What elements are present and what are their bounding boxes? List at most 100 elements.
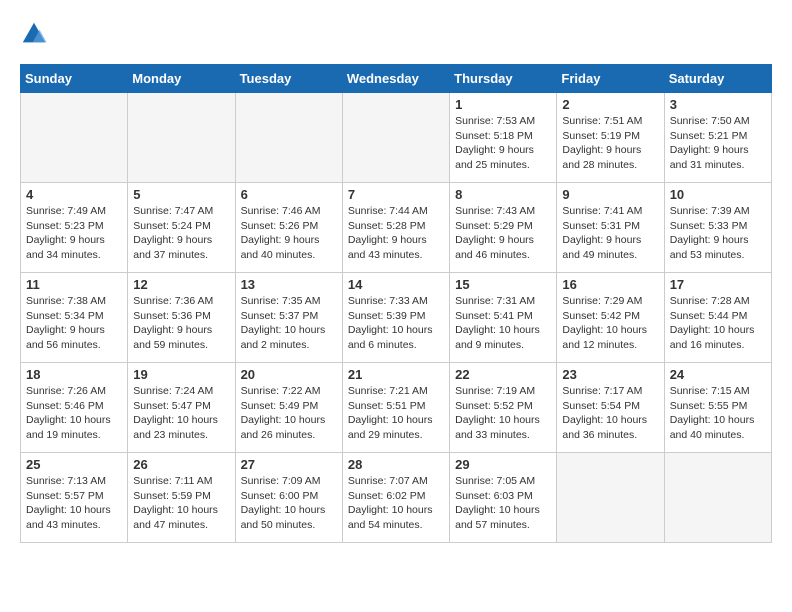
calendar-cell: 5 Sunrise: 7:47 AM Sunset: 5:24 PM Daylig… xyxy=(128,183,235,273)
calendar-cell: 3 Sunrise: 7:50 AM Sunset: 5:21 PM Daylig… xyxy=(664,93,771,183)
day-number: 22 xyxy=(455,367,551,382)
day-info: Sunrise: 7:41 AM Sunset: 5:31 PM Dayligh… xyxy=(562,204,658,263)
day-number: 15 xyxy=(455,277,551,292)
day-number: 24 xyxy=(670,367,766,382)
header-wednesday: Wednesday xyxy=(342,65,449,93)
day-info: Sunrise: 7:33 AM Sunset: 5:39 PM Dayligh… xyxy=(348,294,444,353)
day-info: Sunrise: 7:05 AM Sunset: 6:03 PM Dayligh… xyxy=(455,474,551,533)
day-number: 1 xyxy=(455,97,551,112)
calendar-cell xyxy=(128,93,235,183)
calendar-cell: 13 Sunrise: 7:35 AM Sunset: 5:37 PM Dayli… xyxy=(235,273,342,363)
day-number: 3 xyxy=(670,97,766,112)
week-row-2: 4 Sunrise: 7:49 AM Sunset: 5:23 PM Daylig… xyxy=(21,183,772,273)
day-number: 20 xyxy=(241,367,337,382)
day-info: Sunrise: 7:49 AM Sunset: 5:23 PM Dayligh… xyxy=(26,204,122,263)
day-number: 10 xyxy=(670,187,766,202)
day-info: Sunrise: 7:50 AM Sunset: 5:21 PM Dayligh… xyxy=(670,114,766,173)
calendar-cell xyxy=(557,453,664,543)
week-row-1: 1 Sunrise: 7:53 AM Sunset: 5:18 PM Daylig… xyxy=(21,93,772,183)
day-number: 23 xyxy=(562,367,658,382)
calendar-cell xyxy=(21,93,128,183)
header-saturday: Saturday xyxy=(664,65,771,93)
day-info: Sunrise: 7:53 AM Sunset: 5:18 PM Dayligh… xyxy=(455,114,551,173)
day-info: Sunrise: 7:31 AM Sunset: 5:41 PM Dayligh… xyxy=(455,294,551,353)
day-info: Sunrise: 7:38 AM Sunset: 5:34 PM Dayligh… xyxy=(26,294,122,353)
day-info: Sunrise: 7:13 AM Sunset: 5:57 PM Dayligh… xyxy=(26,474,122,533)
header-sunday: Sunday xyxy=(21,65,128,93)
calendar-cell: 10 Sunrise: 7:39 AM Sunset: 5:33 PM Dayli… xyxy=(664,183,771,273)
header-thursday: Thursday xyxy=(450,65,557,93)
day-info: Sunrise: 7:43 AM Sunset: 5:29 PM Dayligh… xyxy=(455,204,551,263)
day-number: 4 xyxy=(26,187,122,202)
calendar-cell: 23 Sunrise: 7:17 AM Sunset: 5:54 PM Dayli… xyxy=(557,363,664,453)
day-number: 25 xyxy=(26,457,122,472)
calendar-cell: 26 Sunrise: 7:11 AM Sunset: 5:59 PM Dayli… xyxy=(128,453,235,543)
day-info: Sunrise: 7:09 AM Sunset: 6:00 PM Dayligh… xyxy=(241,474,337,533)
day-number: 8 xyxy=(455,187,551,202)
day-number: 2 xyxy=(562,97,658,112)
calendar-cell xyxy=(342,93,449,183)
calendar-cell: 6 Sunrise: 7:46 AM Sunset: 5:26 PM Daylig… xyxy=(235,183,342,273)
calendar-cell xyxy=(664,453,771,543)
day-number: 12 xyxy=(133,277,229,292)
day-number: 28 xyxy=(348,457,444,472)
day-info: Sunrise: 7:17 AM Sunset: 5:54 PM Dayligh… xyxy=(562,384,658,443)
calendar-cell: 19 Sunrise: 7:24 AM Sunset: 5:47 PM Dayli… xyxy=(128,363,235,453)
calendar-cell: 25 Sunrise: 7:13 AM Sunset: 5:57 PM Dayli… xyxy=(21,453,128,543)
calendar-cell: 22 Sunrise: 7:19 AM Sunset: 5:52 PM Dayli… xyxy=(450,363,557,453)
day-number: 9 xyxy=(562,187,658,202)
calendar-cell: 15 Sunrise: 7:31 AM Sunset: 5:41 PM Dayli… xyxy=(450,273,557,363)
day-info: Sunrise: 7:39 AM Sunset: 5:33 PM Dayligh… xyxy=(670,204,766,263)
day-info: Sunrise: 7:15 AM Sunset: 5:55 PM Dayligh… xyxy=(670,384,766,443)
day-number: 5 xyxy=(133,187,229,202)
day-info: Sunrise: 7:19 AM Sunset: 5:52 PM Dayligh… xyxy=(455,384,551,443)
day-number: 18 xyxy=(26,367,122,382)
day-info: Sunrise: 7:24 AM Sunset: 5:47 PM Dayligh… xyxy=(133,384,229,443)
calendar-cell: 8 Sunrise: 7:43 AM Sunset: 5:29 PM Daylig… xyxy=(450,183,557,273)
calendar-cell: 1 Sunrise: 7:53 AM Sunset: 5:18 PM Daylig… xyxy=(450,93,557,183)
day-number: 29 xyxy=(455,457,551,472)
day-info: Sunrise: 7:44 AM Sunset: 5:28 PM Dayligh… xyxy=(348,204,444,263)
calendar-cell: 24 Sunrise: 7:15 AM Sunset: 5:55 PM Dayli… xyxy=(664,363,771,453)
logo-icon xyxy=(20,20,48,48)
day-number: 14 xyxy=(348,277,444,292)
calendar-cell: 17Sunrise: 7:28 AM Sunset: 5:44 PM Dayli… xyxy=(664,273,771,363)
calendar-cell: 28 Sunrise: 7:07 AM Sunset: 6:02 PM Dayli… xyxy=(342,453,449,543)
day-info: Sunrise: 7:07 AM Sunset: 6:02 PM Dayligh… xyxy=(348,474,444,533)
day-info: Sunrise: 7:35 AM Sunset: 5:37 PM Dayligh… xyxy=(241,294,337,353)
day-info: Sunrise: 7:36 AM Sunset: 5:36 PM Dayligh… xyxy=(133,294,229,353)
day-info: Sunrise: 7:51 AM Sunset: 5:19 PM Dayligh… xyxy=(562,114,658,173)
day-info: Sunrise: 7:11 AM Sunset: 5:59 PM Dayligh… xyxy=(133,474,229,533)
calendar-cell: 29 Sunrise: 7:05 AM Sunset: 6:03 PM Dayli… xyxy=(450,453,557,543)
day-info: Sunrise: 7:26 AM Sunset: 5:46 PM Dayligh… xyxy=(26,384,122,443)
calendar-cell: 16Sunrise: 7:29 AM Sunset: 5:42 PM Dayli… xyxy=(557,273,664,363)
day-number: 26 xyxy=(133,457,229,472)
day-number: 13 xyxy=(241,277,337,292)
calendar-cell: 4 Sunrise: 7:49 AM Sunset: 5:23 PM Daylig… xyxy=(21,183,128,273)
week-row-3: 11 Sunrise: 7:38 AM Sunset: 5:34 PM Dayli… xyxy=(21,273,772,363)
calendar-table: SundayMondayTuesdayWednesdayThursdayFrid… xyxy=(20,64,772,543)
day-number: 21 xyxy=(348,367,444,382)
calendar-cell: 12 Sunrise: 7:36 AM Sunset: 5:36 PM Dayli… xyxy=(128,273,235,363)
day-number: 19 xyxy=(133,367,229,382)
calendar-cell xyxy=(235,93,342,183)
day-number: 17 xyxy=(670,277,766,292)
day-number: 16 xyxy=(562,277,658,292)
calendar-cell: 7 Sunrise: 7:44 AM Sunset: 5:28 PM Daylig… xyxy=(342,183,449,273)
page-header xyxy=(20,20,772,48)
header-row: SundayMondayTuesdayWednesdayThursdayFrid… xyxy=(21,65,772,93)
calendar-cell: 2 Sunrise: 7:51 AM Sunset: 5:19 PM Daylig… xyxy=(557,93,664,183)
week-row-5: 25 Sunrise: 7:13 AM Sunset: 5:57 PM Dayli… xyxy=(21,453,772,543)
day-number: 6 xyxy=(241,187,337,202)
calendar-cell: 27Sunrise: 7:09 AM Sunset: 6:00 PM Dayli… xyxy=(235,453,342,543)
day-info: Sunrise: 7:47 AM Sunset: 5:24 PM Dayligh… xyxy=(133,204,229,263)
header-tuesday: Tuesday xyxy=(235,65,342,93)
day-number: 7 xyxy=(348,187,444,202)
calendar-cell: 18 Sunrise: 7:26 AM Sunset: 5:46 PM Dayli… xyxy=(21,363,128,453)
day-info: Sunrise: 7:46 AM Sunset: 5:26 PM Dayligh… xyxy=(241,204,337,263)
logo xyxy=(20,20,50,48)
calendar-cell: 11 Sunrise: 7:38 AM Sunset: 5:34 PM Dayli… xyxy=(21,273,128,363)
day-number: 11 xyxy=(26,277,122,292)
header-friday: Friday xyxy=(557,65,664,93)
calendar-cell: 21Sunrise: 7:21 AM Sunset: 5:51 PM Dayli… xyxy=(342,363,449,453)
